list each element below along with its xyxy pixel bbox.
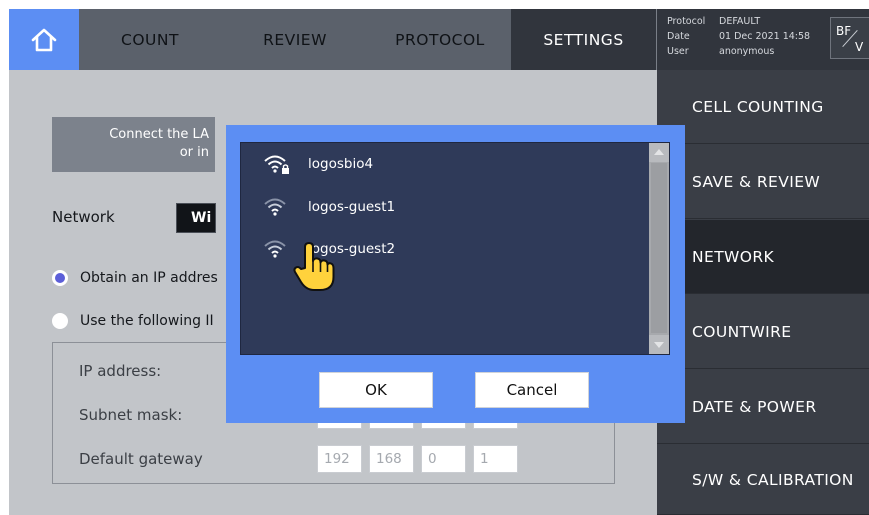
- gateway-octet-3[interactable]: 0: [421, 445, 466, 473]
- ok-button[interactable]: OK: [319, 372, 433, 408]
- gateway-octet-4[interactable]: 1: [473, 445, 518, 473]
- tab-count[interactable]: COUNT: [79, 9, 221, 70]
- sidebar-item-date-power[interactable]: DATE & POWER: [657, 370, 869, 444]
- scroll-down-arrow-icon[interactable]: [649, 335, 669, 354]
- auto-ip-label: Obtain an IP addres: [80, 270, 218, 286]
- radio-row-auto-ip[interactable]: Obtain an IP addres: [52, 270, 230, 286]
- sidebar-item-countwire[interactable]: COUNTWIRE: [657, 295, 869, 369]
- date-key: Date: [667, 31, 690, 42]
- connect-instructions: Connect the LA or in: [52, 117, 215, 172]
- default-gateway-label: Default gateway: [79, 450, 203, 468]
- static-ip-label: Use the following II: [80, 313, 214, 329]
- sidebar-item-sw-calibration[interactable]: S/W & CALIBRATION: [657, 445, 869, 515]
- tab-settings[interactable]: SETTINGS: [511, 9, 656, 70]
- wifi-item-logosbio4[interactable]: logosbio4: [241, 143, 649, 185]
- connect-text-line1: Connect the LA: [109, 127, 209, 142]
- mode-top-label: BF: [836, 24, 852, 38]
- wifi-list-scrollbar[interactable]: [649, 143, 669, 354]
- user-value: anonymous: [719, 46, 775, 57]
- network-type-select[interactable]: Wi: [176, 203, 216, 233]
- date-value: 01 Dec 2021 14:58: [719, 31, 811, 42]
- connect-text-line2: or in: [179, 145, 209, 160]
- network-label: Network: [52, 208, 115, 226]
- auto-ip-radio[interactable]: [52, 270, 68, 286]
- wifi-icon: [264, 198, 286, 216]
- settings-sidebar: CELL COUNTING SAVE & REVIEW NETWORK COUN…: [657, 70, 869, 515]
- protocol-value: DEFAULT: [719, 16, 761, 27]
- hand-pointer-cursor-icon: [293, 242, 335, 291]
- home-icon: [31, 28, 57, 51]
- home-button[interactable]: [9, 9, 79, 70]
- sidebar-item-save-review[interactable]: SAVE & REVIEW: [657, 145, 869, 219]
- bf-v-mode-button[interactable]: BF V: [830, 17, 869, 59]
- wifi-lock-icon: [264, 155, 289, 174]
- protocol-key: Protocol: [667, 16, 706, 27]
- subnet-mask-label: Subnet mask:: [79, 406, 183, 424]
- tab-review[interactable]: REVIEW: [221, 9, 369, 70]
- gateway-octet-1[interactable]: 192: [317, 445, 362, 473]
- user-key: User: [667, 46, 689, 57]
- cancel-button[interactable]: Cancel: [475, 372, 589, 408]
- wifi-item-logos-guest1[interactable]: logos-guest1: [241, 186, 649, 228]
- sidebar-item-network[interactable]: NETWORK: [657, 220, 869, 294]
- protocol-row: Protocol DEFAULT: [667, 16, 760, 27]
- scrollbar-thumb[interactable]: [651, 163, 667, 333]
- scroll-up-arrow-icon[interactable]: [649, 143, 669, 162]
- top-navigation-bar: COUNT REVIEW PROTOCOL SETTINGS Protocol D…: [9, 9, 869, 70]
- wifi-name: logosbio4: [308, 156, 374, 172]
- static-ip-radio[interactable]: [52, 313, 68, 329]
- sidebar-item-cell-counting[interactable]: CELL COUNTING: [657, 70, 869, 144]
- status-info-panel: Protocol DEFAULT Date 01 Dec 2021 14:58 Us…: [656, 9, 869, 70]
- tab-protocol[interactable]: PROTOCOL: [369, 9, 511, 70]
- app-frame: COUNT REVIEW PROTOCOL SETTINGS Protocol D…: [9, 9, 869, 515]
- gateway-octet-2[interactable]: 168: [369, 445, 414, 473]
- user-row: User anonymous: [667, 46, 774, 57]
- mode-bottom-label: V: [855, 40, 864, 54]
- wifi-icon: [264, 240, 286, 258]
- ip-address-label: IP address:: [79, 362, 162, 380]
- radio-row-static-ip[interactable]: Use the following II: [52, 313, 230, 329]
- wifi-name: logos-guest1: [308, 199, 396, 215]
- date-row: Date 01 Dec 2021 14:58: [667, 31, 810, 42]
